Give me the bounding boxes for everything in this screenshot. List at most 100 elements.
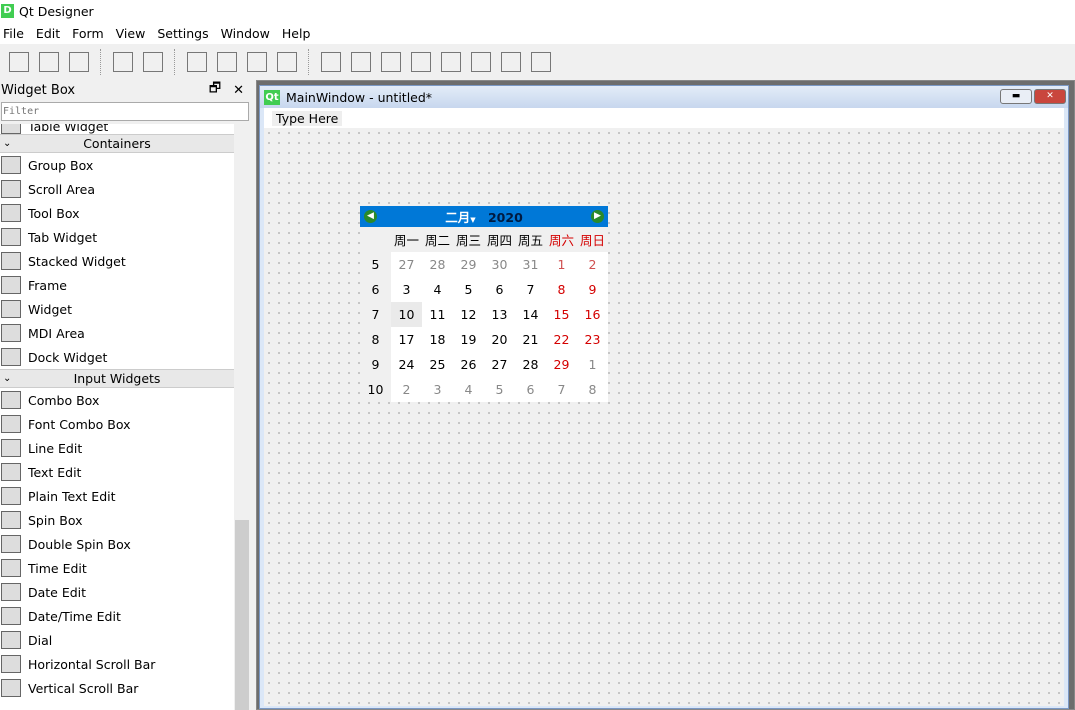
calendar-day[interactable]: 31 bbox=[515, 252, 546, 277]
menu-edit[interactable]: Edit bbox=[33, 26, 66, 41]
calendar-day[interactable]: 10 bbox=[391, 302, 422, 327]
calendar-day[interactable]: 25 bbox=[422, 352, 453, 377]
year-selector[interactable]: 2020 bbox=[488, 210, 523, 225]
form-canvas[interactable]: Type Here ◀ 二月▼ 2020 ▶ 周一 周二 周三 周四 周五 周六 周日 5 27… bbox=[264, 108, 1064, 706]
widget-item-mdi-area[interactable]: MDI Area bbox=[0, 321, 234, 345]
calendar-day[interactable]: 6 bbox=[515, 377, 546, 402]
list-item[interactable]: Table Widget bbox=[0, 124, 234, 134]
widget-item-plain-text-edit[interactable]: Plain Text Edit bbox=[0, 484, 234, 508]
layout-grid-button[interactable] bbox=[438, 49, 464, 75]
widget-list-scrollbar[interactable] bbox=[234, 124, 250, 710]
calendar-day[interactable]: 30 bbox=[484, 252, 515, 277]
scrollbar-thumb[interactable] bbox=[235, 520, 249, 710]
calendar-day[interactable]: 2 bbox=[577, 252, 608, 277]
calendar-day[interactable]: 7 bbox=[546, 377, 577, 402]
close-button[interactable]: ✕ bbox=[1034, 89, 1066, 104]
close-icon[interactable]: ✕ bbox=[233, 83, 244, 98]
filter-input[interactable] bbox=[1, 102, 249, 121]
calendar-day[interactable]: 29 bbox=[453, 252, 484, 277]
calendar-day[interactable]: 14 bbox=[515, 302, 546, 327]
calendar-day[interactable]: 18 bbox=[422, 327, 453, 352]
month-selector[interactable]: 二月 bbox=[445, 210, 470, 225]
calendar-day[interactable]: 3 bbox=[391, 277, 422, 302]
edit-buddies-button[interactable] bbox=[244, 49, 270, 75]
bring-to-front-button[interactable] bbox=[140, 49, 166, 75]
menu-view[interactable]: View bbox=[113, 26, 152, 41]
widget-item-tab-widget[interactable]: Tab Widget bbox=[0, 225, 234, 249]
widget-item-double-spin-box[interactable]: Double Spin Box bbox=[0, 532, 234, 556]
widget-item-dial[interactable]: Dial bbox=[0, 628, 234, 652]
calendar-day[interactable]: 13 bbox=[484, 302, 515, 327]
category-input-widgets[interactable]: ⌄ Input Widgets bbox=[0, 369, 234, 388]
send-to-back-button[interactable] bbox=[110, 49, 136, 75]
widget-item-date-edit[interactable]: Date Edit bbox=[0, 580, 234, 604]
calendar-day[interactable]: 20 bbox=[484, 327, 515, 352]
new-button[interactable] bbox=[6, 49, 32, 75]
menu-window[interactable]: Window bbox=[218, 26, 276, 41]
float-icon[interactable]: 🗗 bbox=[209, 79, 221, 101]
adjust-size-button[interactable] bbox=[528, 49, 554, 75]
widget-item-combo-box[interactable]: Combo Box bbox=[0, 388, 234, 412]
widget-item-widget[interactable]: Widget bbox=[0, 297, 234, 321]
calendar-day[interactable]: 23 bbox=[577, 327, 608, 352]
widget-item-font-combo-box[interactable]: Font Combo Box bbox=[0, 412, 234, 436]
calendar-day[interactable]: 19 bbox=[453, 327, 484, 352]
widget-item-scroll-area[interactable]: Scroll Area bbox=[0, 177, 234, 201]
calendar-day[interactable]: 9 bbox=[577, 277, 608, 302]
calendar-day[interactable]: 26 bbox=[453, 352, 484, 377]
calendar-day[interactable]: 7 bbox=[515, 277, 546, 302]
widget-item-spin-box[interactable]: Spin Box bbox=[0, 508, 234, 532]
widget-item-vertical-scroll-bar[interactable]: Vertical Scroll Bar bbox=[0, 676, 234, 700]
type-here-menu[interactable]: Type Here bbox=[272, 110, 343, 126]
prev-month-icon[interactable]: ◀ bbox=[364, 210, 377, 223]
layout-v-splitter-button[interactable] bbox=[408, 49, 434, 75]
layout-h-splitter-button[interactable] bbox=[378, 49, 404, 75]
layout-vertical-button[interactable] bbox=[348, 49, 374, 75]
minimize-button[interactable]: ▬ bbox=[1000, 89, 1032, 104]
widget-item-date-time-edit[interactable]: Date/Time Edit bbox=[0, 604, 234, 628]
layout-horizontal-button[interactable] bbox=[318, 49, 344, 75]
widget-item-text-edit[interactable]: Text Edit bbox=[0, 460, 234, 484]
edit-tab-order-button[interactable] bbox=[274, 49, 300, 75]
calendar-day[interactable]: 8 bbox=[577, 377, 608, 402]
calendar-day[interactable]: 11 bbox=[422, 302, 453, 327]
layout-form-button[interactable] bbox=[468, 49, 494, 75]
edit-widgets-button[interactable] bbox=[184, 49, 210, 75]
menu-help[interactable]: Help bbox=[279, 26, 317, 41]
calendar-day[interactable]: 5 bbox=[453, 277, 484, 302]
calendar-day[interactable]: 17 bbox=[391, 327, 422, 352]
calendar-day[interactable]: 1 bbox=[577, 352, 608, 377]
calendar-day[interactable]: 27 bbox=[391, 252, 422, 277]
widget-item-line-edit[interactable]: Line Edit bbox=[0, 436, 234, 460]
menu-file[interactable]: File bbox=[0, 26, 30, 41]
edit-signals-slots-button[interactable] bbox=[214, 49, 240, 75]
save-button[interactable] bbox=[66, 49, 92, 75]
calendar-widget[interactable]: ◀ 二月▼ 2020 ▶ 周一 周二 周三 周四 周五 周六 周日 5 27 28 29 30 31 1 2… bbox=[360, 206, 608, 402]
calendar-day[interactable]: 28 bbox=[422, 252, 453, 277]
widget-item-dock-widget[interactable]: Dock Widget bbox=[0, 345, 234, 369]
calendar-day[interactable]: 21 bbox=[515, 327, 546, 352]
widget-item-group-box[interactable]: Group Box bbox=[0, 153, 234, 177]
menu-form[interactable]: Form bbox=[69, 26, 110, 41]
break-layout-button[interactable] bbox=[498, 49, 524, 75]
calendar-day[interactable]: 12 bbox=[453, 302, 484, 327]
calendar-day[interactable]: 27 bbox=[484, 352, 515, 377]
calendar-day[interactable]: 29 bbox=[546, 352, 577, 377]
widget-item-frame[interactable]: Frame bbox=[0, 273, 234, 297]
calendar-day[interactable]: 24 bbox=[391, 352, 422, 377]
calendar-day[interactable]: 16 bbox=[577, 302, 608, 327]
calendar-day[interactable]: 5 bbox=[484, 377, 515, 402]
calendar-day[interactable]: 4 bbox=[422, 277, 453, 302]
widget-item-time-edit[interactable]: Time Edit bbox=[0, 556, 234, 580]
category-containers[interactable]: ⌄ Containers bbox=[0, 134, 234, 153]
widget-item-stacked-widget[interactable]: Stacked Widget bbox=[0, 249, 234, 273]
calendar-day[interactable]: 28 bbox=[515, 352, 546, 377]
widget-item-horizontal-scroll-bar[interactable]: Horizontal Scroll Bar bbox=[0, 652, 234, 676]
calendar-day[interactable]: 1 bbox=[546, 252, 577, 277]
menu-settings[interactable]: Settings bbox=[154, 26, 214, 41]
open-button[interactable] bbox=[36, 49, 62, 75]
next-month-icon[interactable]: ▶ bbox=[591, 210, 604, 223]
calendar-day[interactable]: 2 bbox=[391, 377, 422, 402]
widget-item-tool-box[interactable]: Tool Box bbox=[0, 201, 234, 225]
calendar-day[interactable]: 4 bbox=[453, 377, 484, 402]
